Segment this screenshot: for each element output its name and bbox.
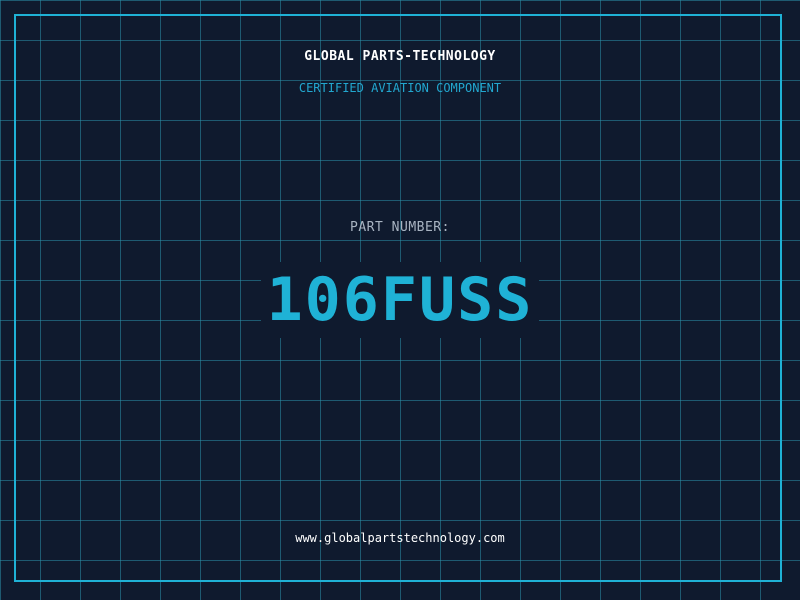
website-url: www.globalpartstechnology.com [295, 531, 505, 545]
brand-tagline: CERTIFIED AVIATION COMPONENT [298, 81, 502, 95]
brand-name: GLOBAL PARTS-TECHNOLOGY [304, 49, 496, 64]
part-number-label: PART NUMBER: [350, 220, 450, 235]
part-number-container: 106FUSS [0, 262, 800, 338]
part-number-value: 106FUSS [266, 265, 534, 335]
label-card: GLOBAL PARTS-TECHNOLOGY CERTIFIED AVIATI… [0, 0, 800, 600]
part-number-backdrop: 106FUSS [260, 262, 540, 338]
